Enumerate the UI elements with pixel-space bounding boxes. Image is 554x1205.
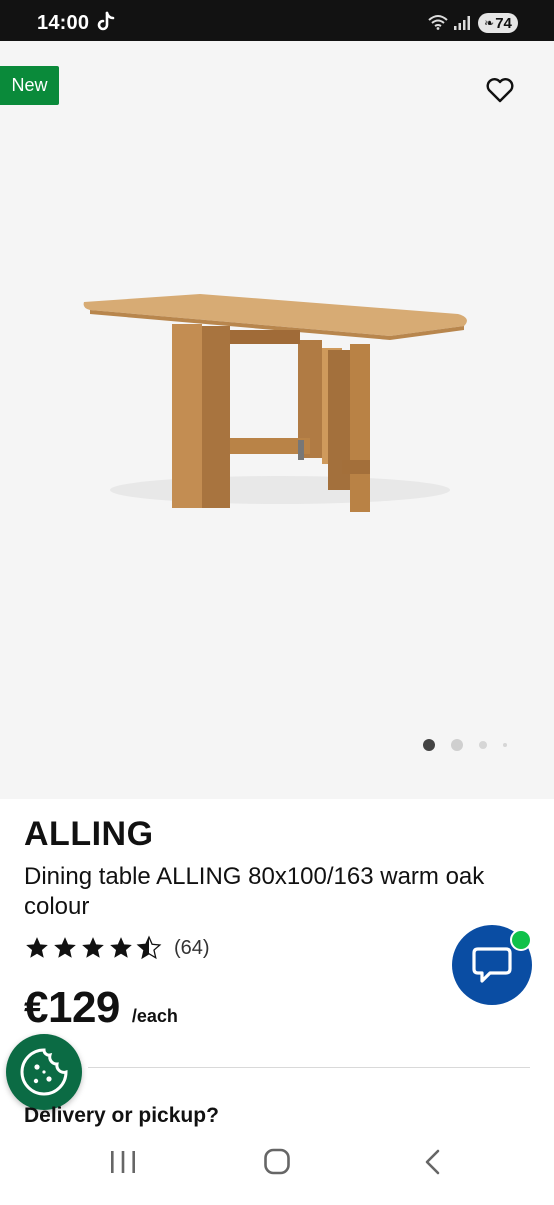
price-unit: /each <box>131 1006 178 1026</box>
star-full-icon <box>54 937 76 958</box>
pagination-dot-active[interactable] <box>423 739 435 751</box>
rating-count: (64) <box>174 936 210 959</box>
star-full-icon <box>110 937 132 958</box>
cookie-icon <box>20 1048 68 1096</box>
battery-indicator: ❧ 74 <box>478 13 518 33</box>
favorite-button[interactable] <box>484 74 516 106</box>
heart-icon <box>486 78 514 103</box>
new-badge: New <box>0 66 59 105</box>
wifi-icon <box>427 14 449 35</box>
home-icon <box>264 1148 290 1175</box>
star-full-icon <box>82 937 104 958</box>
product-rating[interactable]: (64) <box>24 935 210 961</box>
signal-icon <box>453 15 471 36</box>
system-navigation-bar <box>0 1130 554 1200</box>
delivery-heading[interactable]: Delivery or pickup? <box>24 1104 219 1128</box>
battery-level: 74 <box>495 14 512 32</box>
image-pagination[interactable] <box>421 739 521 753</box>
online-indicator <box>510 929 532 951</box>
recent-apps-icon <box>111 1151 135 1173</box>
star-full-icon <box>26 937 48 958</box>
status-time: 14:00 <box>37 12 90 34</box>
back-icon <box>425 1149 440 1175</box>
status-bar: 14:00 ❧ 74 <box>0 0 554 41</box>
back-button[interactable] <box>382 1130 482 1200</box>
pagination-dot[interactable] <box>479 741 487 749</box>
cookie-settings-button[interactable] <box>6 1034 82 1110</box>
product-price: €129 /each <box>24 983 178 1033</box>
battery-saver-icon: ❧ <box>484 16 495 30</box>
pagination-dot[interactable] <box>503 743 507 747</box>
star-half-icon <box>136 935 162 960</box>
section-divider <box>88 1067 530 1068</box>
tiktok-icon <box>96 11 116 38</box>
home-button[interactable] <box>227 1130 327 1200</box>
recent-apps-button[interactable] <box>73 1130 173 1200</box>
product-image <box>80 290 475 525</box>
product-description: Dining table ALLING 80x100/163 warm oak … <box>24 863 485 920</box>
product-name: ALLING <box>24 815 154 853</box>
price-amount: €129 <box>24 983 120 1032</box>
pagination-dot[interactable] <box>451 739 463 751</box>
